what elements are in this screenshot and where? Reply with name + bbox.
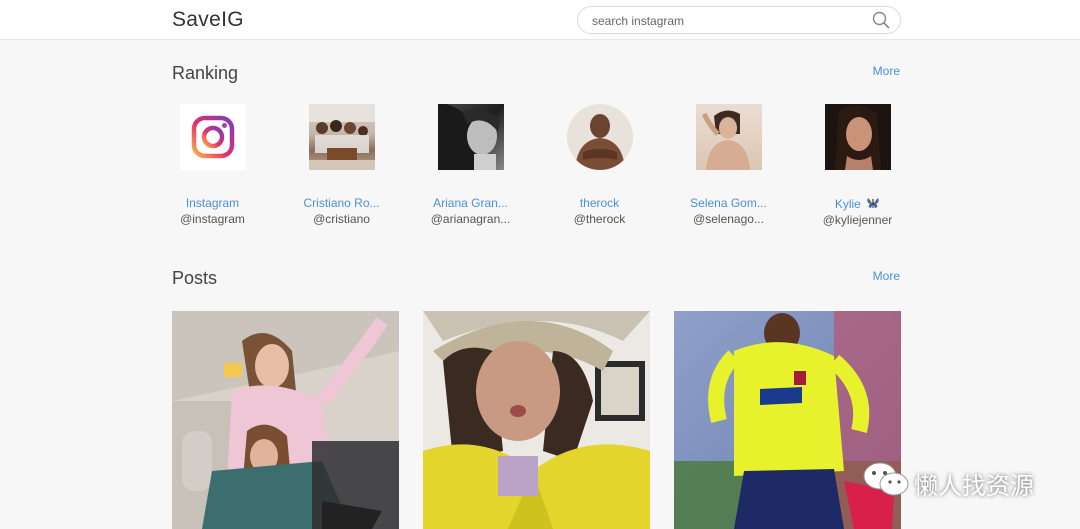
- ranking-more-link[interactable]: More: [873, 64, 900, 78]
- selena-avatar[interactable]: [695, 104, 762, 170]
- portrait-image: [701, 110, 750, 170]
- rank-handle: @therock: [573, 212, 626, 226]
- rank-name[interactable]: Ariana Gran...: [406, 196, 535, 210]
- watermark-text: 懒人找资源: [914, 472, 1034, 500]
- therock-avatar[interactable]: [566, 104, 633, 170]
- rank-handle: @selenago...: [693, 212, 764, 226]
- instagram-logo-avatar[interactable]: [179, 104, 246, 170]
- ariana-avatar[interactable]: [437, 104, 504, 170]
- rank-item-selena[interactable]: Selena Gom... @selenago...: [664, 104, 793, 226]
- rank-handle: @kyliejenner: [822, 213, 893, 227]
- kylie-avatar[interactable]: [824, 104, 891, 170]
- top-bar: SaveIG: [0, 0, 1080, 40]
- butterfly-icon: [867, 198, 879, 208]
- rank-name[interactable]: therock: [535, 196, 664, 210]
- rank-name[interactable]: Cristiano Ro...: [277, 196, 406, 210]
- portrait-image: [437, 104, 500, 170]
- rank-item-ariana[interactable]: Ariana Gran... @arianagran...: [406, 104, 535, 226]
- ranking-title: Ranking: [172, 63, 239, 83]
- search-box[interactable]: [577, 6, 901, 34]
- rank-item-cristiano[interactable]: Cristiano Ro... @cristiano: [277, 104, 406, 226]
- post-image: [172, 311, 399, 529]
- wechat-icon: [863, 462, 909, 496]
- posts-title: Posts: [172, 268, 218, 288]
- rank-name[interactable]: Instagram: [148, 196, 277, 210]
- portrait-image: [834, 105, 881, 170]
- rank-handle: @cristiano: [313, 212, 370, 226]
- ranking-list: Instagram @instagram Cristiano Ro... @cr…: [148, 104, 928, 234]
- instagram-icon: [191, 115, 234, 159]
- rank-handle: @instagram: [180, 212, 245, 226]
- post-thumbnail-1[interactable]: [172, 311, 399, 529]
- rank-name[interactable]: Selena Gom...: [664, 196, 793, 210]
- rank-item-kylie[interactable]: Kylie @kyliejenner: [793, 104, 922, 227]
- rank-handle: @arianagran...: [430, 212, 511, 226]
- cristiano-avatar[interactable]: [308, 104, 375, 170]
- portrait-image: [574, 114, 625, 170]
- rank-item-therock[interactable]: therock @therock: [535, 104, 664, 226]
- rank-item-instagram[interactable]: Instagram @instagram: [148, 104, 277, 226]
- search-icon[interactable]: [872, 11, 890, 29]
- rank-name-text[interactable]: Kylie: [835, 197, 861, 211]
- rank-name[interactable]: Kylie: [793, 196, 922, 211]
- post-image: [423, 311, 650, 529]
- post-thumbnail-2[interactable]: [423, 311, 650, 529]
- family-photo-image: [308, 104, 375, 170]
- site-logo[interactable]: SaveIG: [172, 8, 244, 32]
- wechat-watermark: 懒人找资源: [862, 460, 1034, 500]
- posts-more-link[interactable]: More: [873, 269, 900, 283]
- search-input[interactable]: [592, 12, 862, 30]
